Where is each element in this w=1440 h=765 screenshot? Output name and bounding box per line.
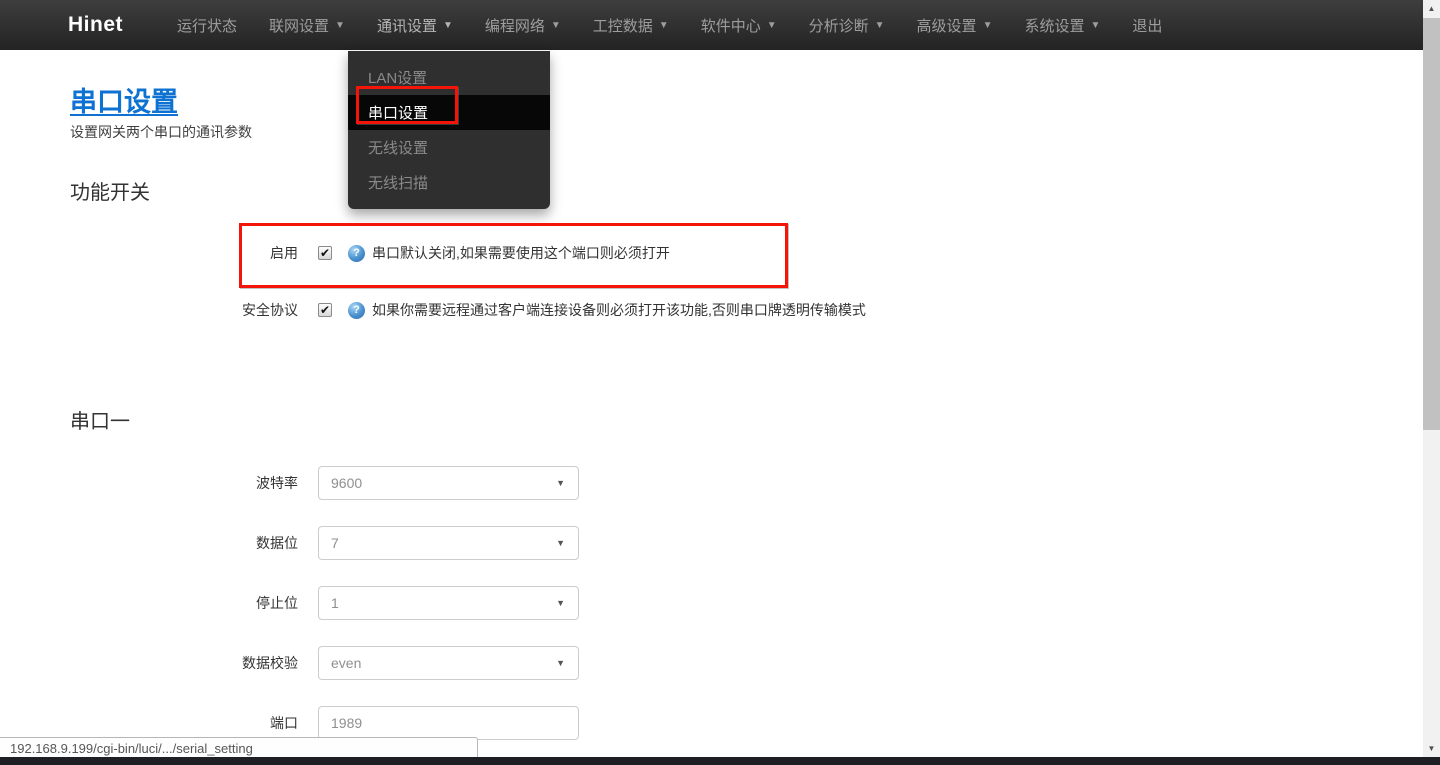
parity-label: 数据校验	[242, 655, 298, 671]
stop-bits-select[interactable]: 1 ▼	[318, 586, 579, 620]
nav-item-network-settings[interactable]: 联网设置 ▼	[253, 0, 361, 50]
link-preview-url: 192.168.9.199/cgi-bin/luci/.../serial_se…	[10, 741, 253, 756]
security-protocol-label: 安全协议	[242, 302, 298, 318]
nav-item-label: 工控数据	[592, 17, 653, 35]
port-label: 端口	[270, 715, 298, 731]
parity-value: even	[331, 655, 362, 671]
parity-select[interactable]: even ▼	[318, 646, 579, 680]
nav-item-label: 系统设置	[1024, 17, 1085, 35]
dropdown-item-wireless-settings[interactable]: 无线设置	[348, 130, 550, 165]
brand-logo[interactable]: Hinet	[68, 13, 123, 37]
scrollbar-thumb[interactable]	[1423, 18, 1440, 430]
parity-row: 数据校验 even ▼	[70, 646, 579, 680]
stop-bits-label: 停止位	[256, 595, 298, 611]
security-protocol-help-text: 如果你需要远程通过客户端连接设备则必须打开该功能,否则串口牌透明传输模式	[372, 302, 866, 318]
port-input[interactable]	[318, 706, 579, 740]
page-title: 串口设置	[70, 87, 178, 117]
select-arrow-icon: ▼	[556, 538, 565, 548]
nav-item-label: 软件中心	[700, 17, 761, 35]
comm-settings-dropdown: LAN设置 串口设置 无线设置 无线扫描	[348, 51, 550, 209]
dropdown-item-wireless-scan[interactable]: 无线扫描	[348, 165, 550, 200]
data-bits-label: 数据位	[256, 535, 298, 551]
annotation-rect-serial-menu	[356, 86, 458, 124]
data-bits-value: 7	[331, 535, 339, 551]
baud-rate-value: 9600	[331, 475, 363, 491]
check-icon: ✔	[319, 303, 331, 317]
select-arrow-icon: ▼	[556, 598, 565, 608]
nav-item-system-settings[interactable]: 系统设置 ▼	[1008, 0, 1116, 50]
section-heading-serial1: 串口一	[70, 411, 130, 433]
stop-bits-row: 停止位 1 ▼	[70, 586, 579, 620]
nav-item-label: 高级设置	[916, 17, 977, 35]
link-preview-statusbar: 192.168.9.199/cgi-bin/luci/.../serial_se…	[0, 737, 478, 759]
data-bits-row: 数据位 7 ▼	[70, 526, 579, 560]
baud-rate-select[interactable]: 9600 ▼	[318, 466, 579, 500]
nav-item-analysis-diagnosis[interactable]: 分析诊断 ▼	[793, 0, 901, 50]
scroll-up-button[interactable]: ▲	[1423, 0, 1440, 17]
caret-down-icon: ▼	[1090, 20, 1101, 31]
nav-item-label: 运行状态	[177, 17, 238, 35]
nav-item-label: 通讯设置	[376, 17, 437, 35]
nav-item-software-center[interactable]: 软件中心 ▼	[685, 0, 793, 50]
select-arrow-icon: ▼	[556, 478, 565, 488]
security-protocol-checkbox[interactable]: ✔	[318, 303, 332, 317]
baud-rate-row: 波特率 9600 ▼	[70, 466, 579, 500]
nav-item-comm-settings[interactable]: 通讯设置 ▼	[361, 0, 469, 50]
select-arrow-icon: ▼	[556, 658, 565, 668]
help-icon: ?	[348, 301, 365, 319]
nav-item-label: 编程网络	[484, 17, 545, 35]
baud-rate-label: 波特率	[256, 475, 298, 491]
port-row: 端口	[70, 706, 579, 740]
caret-down-icon: ▼	[442, 20, 453, 31]
nav-item-run-status[interactable]: 运行状态	[161, 0, 253, 50]
scroll-down-button[interactable]: ▼	[1423, 740, 1440, 757]
caret-down-icon: ▼	[874, 20, 885, 31]
stop-bits-value: 1	[331, 595, 339, 611]
scroll-up-icon: ▲	[1427, 4, 1436, 13]
nav-item-programming-network[interactable]: 编程网络 ▼	[469, 0, 577, 50]
nav-menu: 运行状态 联网设置 ▼ 通讯设置 ▼ 编程网络 ▼ 工控数据 ▼ 软件中心 ▼ …	[161, 0, 1178, 50]
annotation-rect-enable-row	[239, 223, 788, 288]
nav-item-label: 退出	[1132, 17, 1163, 35]
section-heading-switches: 功能开关	[70, 182, 150, 204]
page-subtitle: 设置网关两个串口的通讯参数	[70, 124, 252, 140]
nav-item-label: 分析诊断	[808, 17, 869, 35]
caret-down-icon: ▼	[550, 20, 561, 31]
nav-item-industrial-data[interactable]: 工控数据 ▼	[577, 0, 685, 50]
vertical-scrollbar[interactable]: ▲ ▼	[1423, 0, 1440, 757]
nav-item-logout[interactable]: 退出	[1116, 0, 1178, 50]
caret-down-icon: ▼	[766, 20, 777, 31]
window-bottom-edge	[0, 757, 1440, 765]
data-bits-select[interactable]: 7 ▼	[318, 526, 579, 560]
top-navbar: Hinet 运行状态 联网设置 ▼ 通讯设置 ▼ 编程网络 ▼ 工控数据 ▼ 软…	[0, 0, 1423, 50]
caret-down-icon: ▼	[658, 20, 669, 31]
security-protocol-row: 安全协议 ✔ ? 如果你需要远程通过客户端连接设备则必须打开该功能,否则串口牌透…	[70, 298, 866, 322]
caret-down-icon: ▼	[335, 20, 345, 31]
nav-item-advanced-settings[interactable]: 高级设置 ▼	[901, 0, 1009, 50]
nav-item-label: 联网设置	[269, 17, 330, 35]
scroll-down-icon: ▼	[1427, 744, 1436, 753]
caret-down-icon: ▼	[982, 20, 993, 31]
